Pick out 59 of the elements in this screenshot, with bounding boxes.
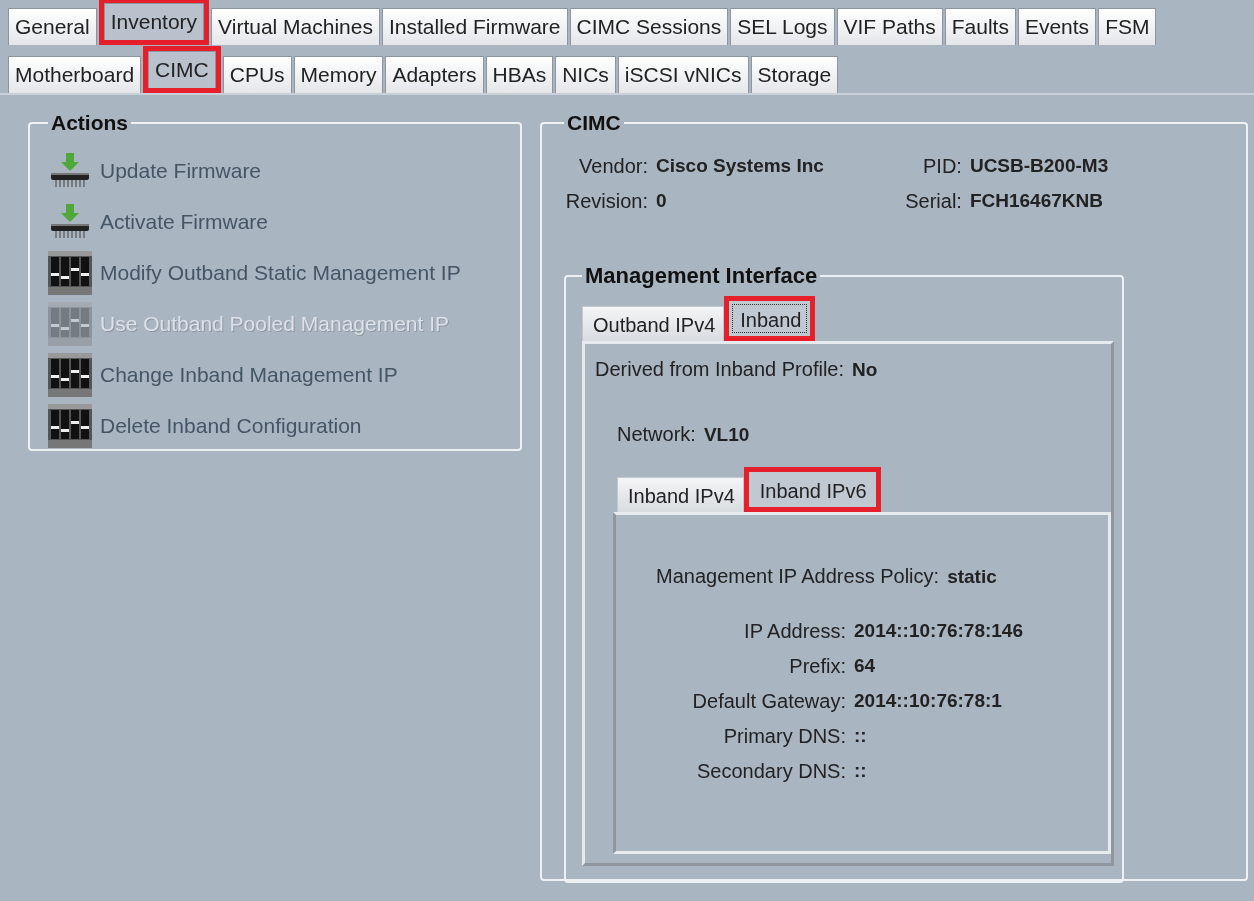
field-label: Derived from Inband Profile: [595, 358, 844, 381]
tab[interactable]: Inband IPv6 [748, 472, 876, 507]
action-link[interactable]: Update Firmware [100, 158, 262, 183]
panel-title: Management Interface [584, 263, 819, 289]
tab[interactable]: Storage [750, 56, 839, 93]
field-value: 64 [854, 655, 877, 678]
tab[interactable]: Adapters [385, 56, 484, 93]
tab[interactable]: Outband IPv4 [582, 306, 725, 341]
field-label: Primary DNS: [722, 725, 846, 748]
sliders-icon [48, 403, 92, 448]
tab[interactable]: NICs [555, 56, 616, 93]
field-label: Vendor: [578, 155, 648, 178]
tab[interactable]: Virtual Machines [211, 8, 380, 45]
action-link[interactable]: Delete Inband Configuration [100, 413, 362, 438]
tab[interactable]: Inband [729, 301, 811, 336]
sliders-icon [48, 250, 92, 295]
field-label: Prefix: [788, 655, 846, 678]
field-label: PID: [922, 155, 962, 178]
tab[interactable]: SEL Logs [730, 8, 835, 45]
field-label: Serial: [904, 190, 962, 213]
tab[interactable]: Installed Firmware [381, 8, 568, 45]
sliders-icon [48, 301, 92, 346]
panel-title: Actions [50, 111, 129, 135]
action-link[interactable]: Activate Firmware [100, 209, 269, 234]
field-value: static [947, 566, 997, 588]
tab[interactable]: Events [1017, 8, 1097, 45]
tab[interactable]: VIF Paths [836, 8, 943, 45]
tab[interactable]: CIMC Sessions [569, 8, 729, 45]
field-value: VL10 [703, 424, 750, 446]
field-value: No [852, 359, 878, 381]
field-label: IP Address: [743, 620, 846, 643]
tab[interactable]: iSCSI vNICs [617, 56, 749, 93]
sliders-icon [48, 352, 92, 397]
field-label: Network: [617, 423, 696, 446]
field-value: 2014::10:76:78:146 [854, 620, 1023, 643]
field-value: 0 [656, 190, 668, 213]
field-value: :: [854, 725, 868, 748]
field-value: UCSB-B200-M3 [969, 155, 1109, 178]
field-value: Cisco Systems Inc [656, 155, 824, 178]
tab[interactable]: Inventory [103, 3, 205, 40]
tab[interactable]: Inband IPv4 [617, 477, 744, 512]
field-value: FCH16467KNB [969, 190, 1104, 213]
field-label: Management IP Address Policy: [656, 565, 940, 588]
tab[interactable]: Motherboard [8, 56, 142, 93]
tab[interactable]: CPUs [222, 56, 292, 93]
panel-title: CIMC [566, 111, 622, 135]
action-link[interactable]: Change Inband Management IP [100, 362, 398, 387]
tab[interactable]: General [8, 8, 97, 45]
field-label: Secondary DNS: [696, 760, 846, 783]
field-label: Revision: [564, 190, 648, 213]
tab[interactable]: CIMC [148, 51, 216, 88]
tab[interactable]: Faults [944, 8, 1016, 45]
field-value: 2014::10:76:78:1 [854, 690, 1003, 713]
action-link[interactable]: Modify Outband Static Management IP [100, 260, 461, 285]
field-value: :: [854, 760, 868, 783]
tab[interactable]: FSM [1098, 8, 1157, 45]
field-label: Default Gateway: [691, 690, 846, 713]
tab[interactable]: HBAs [485, 56, 554, 93]
tab[interactable]: Memory [293, 56, 384, 93]
